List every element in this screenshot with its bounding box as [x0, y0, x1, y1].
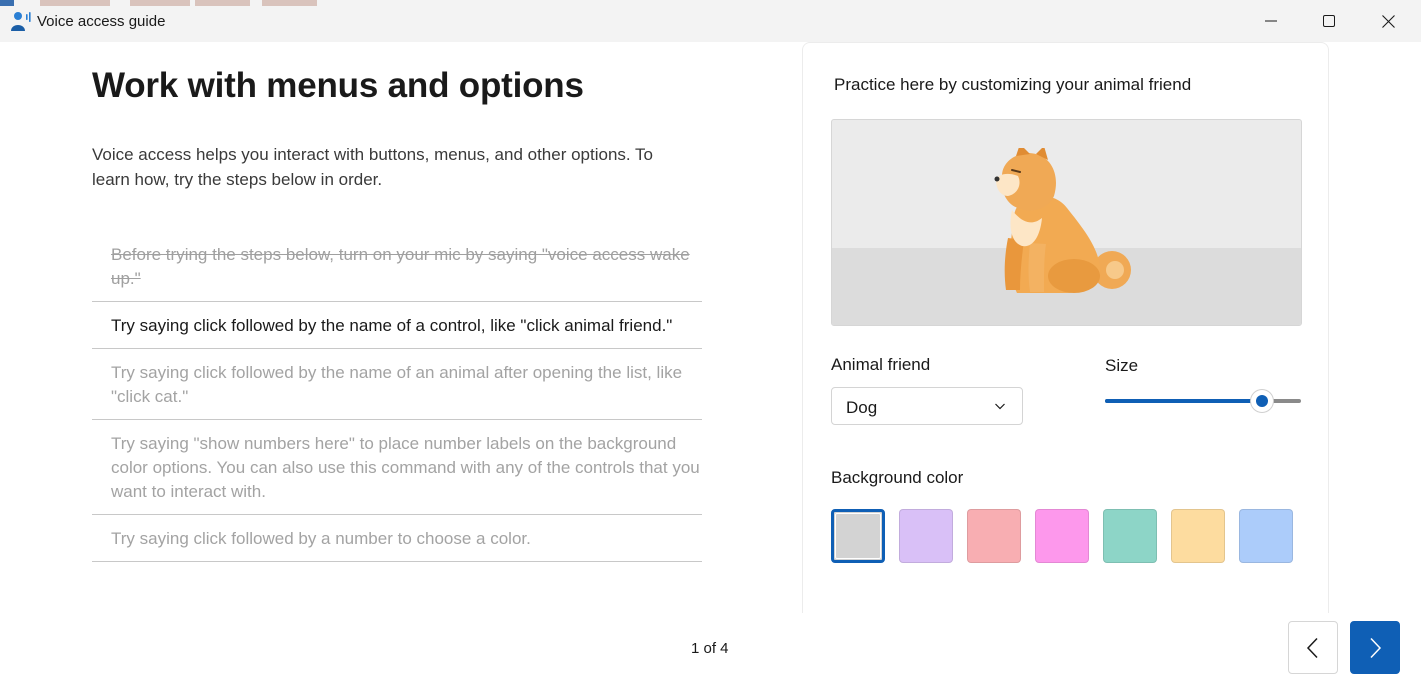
- minimize-icon: [1265, 20, 1277, 22]
- shiba-dog-illustration: [994, 148, 1131, 293]
- background-color-swatches: [831, 509, 1301, 563]
- color-swatch[interactable]: [1035, 509, 1089, 563]
- animal-friend-dropdown[interactable]: Dog: [831, 387, 1023, 425]
- animal-friend-label: Animal friend: [831, 355, 931, 374]
- slider-fill: [1105, 399, 1262, 403]
- step-item: Try saying click followed by the name of…: [92, 349, 702, 420]
- color-swatch[interactable]: [1103, 509, 1157, 563]
- color-swatch[interactable]: [831, 509, 885, 563]
- title-bar: Voice access guide: [0, 0, 1421, 42]
- color-swatch[interactable]: [967, 509, 1021, 563]
- close-icon: [1381, 14, 1395, 28]
- step-item: Try saying click followed by a number to…: [92, 515, 702, 562]
- size-label: Size: [1105, 356, 1139, 375]
- chevron-left-icon: [1306, 637, 1318, 658]
- close-button[interactable]: [1359, 0, 1417, 42]
- color-swatch[interactable]: [1171, 509, 1225, 563]
- page-title: Work with menus and options: [92, 66, 584, 105]
- chevron-right-icon: [1370, 637, 1382, 658]
- size-slider[interactable]: [1105, 389, 1301, 413]
- practice-title: Practice here by customizing your animal…: [834, 75, 1192, 94]
- animal-friend-value: Dog: [846, 398, 878, 417]
- chevron-down-icon: [995, 403, 1005, 410]
- maximize-icon: [1323, 15, 1335, 27]
- steps-list: Before trying the steps below, turn on y…: [92, 231, 702, 562]
- slider-thumb[interactable]: [1250, 390, 1273, 412]
- practice-panel: Practice here by customizing your animal…: [802, 42, 1329, 613]
- intro-text: Voice access helps you interact with but…: [92, 145, 654, 189]
- minimize-button[interactable]: [1242, 0, 1300, 42]
- voice-access-app-icon: [11, 12, 31, 31]
- step-item: Try saying click followed by the name of…: [92, 302, 702, 349]
- background-window-strip: [0, 0, 480, 6]
- color-swatch[interactable]: [899, 509, 953, 563]
- next-button[interactable]: [1350, 621, 1400, 674]
- page-indicator: 1 of 4: [691, 640, 729, 657]
- step-item: Before trying the steps below, turn on y…: [92, 231, 702, 302]
- animal-preview: [831, 119, 1302, 326]
- window-title: Voice access guide: [37, 13, 166, 30]
- step-item: Try saying "show numbers here" to place …: [92, 420, 702, 515]
- maximize-button[interactable]: [1300, 0, 1358, 42]
- color-swatch[interactable]: [1239, 509, 1293, 563]
- previous-button[interactable]: [1288, 621, 1338, 674]
- background-color-label: Background color: [831, 468, 964, 487]
